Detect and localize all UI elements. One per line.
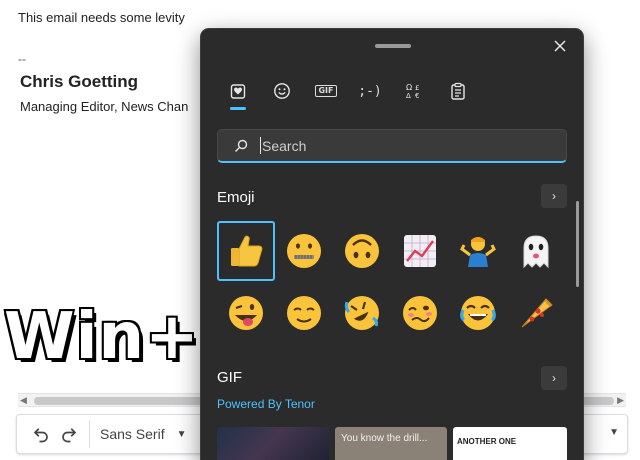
tab-emoji[interactable] xyxy=(267,79,297,103)
gif-see-more-button[interactable]: › xyxy=(541,366,567,390)
email-body-text[interactable]: This email needs some levity xyxy=(18,10,185,25)
gif-thumbnail[interactable] xyxy=(217,427,329,460)
chevron-right-icon: › xyxy=(552,189,556,203)
close-icon xyxy=(554,40,566,52)
person-shrugging-icon xyxy=(460,237,496,267)
tab-recent[interactable] xyxy=(223,79,253,110)
pizza-icon xyxy=(521,298,553,328)
clipboard-icon xyxy=(451,82,465,100)
gif-caption: ANOTHER ONE xyxy=(457,437,517,446)
svg-text:Ω: Ω xyxy=(406,83,412,92)
svg-text:£: £ xyxy=(415,84,419,92)
thumbs-up-icon xyxy=(231,235,263,267)
shortcut-overlay-text: Win+. xyxy=(2,298,226,376)
emoji-person-shrugging[interactable] xyxy=(449,221,507,281)
heart-clipboard-icon xyxy=(230,84,246,99)
panel-tabs: GIF ;-) Ω £ Δ € xyxy=(223,79,473,110)
emoji-ghost[interactable] xyxy=(507,221,565,281)
upside-down-face-icon xyxy=(345,234,379,268)
signature-title: Managing Editor, News Chan xyxy=(20,99,189,114)
gif-icon: GIF xyxy=(315,85,337,97)
redo-button[interactable] xyxy=(55,420,83,448)
panel-scrollbar[interactable] xyxy=(576,201,579,287)
svg-text:€: € xyxy=(415,92,419,100)
active-tab-indicator xyxy=(230,107,246,110)
emoji-winking-tongue[interactable] xyxy=(217,283,275,343)
zipper-mouth-icon xyxy=(287,234,321,268)
more-options-chevron-icon[interactable]: ▼ xyxy=(609,427,619,438)
scroll-left-icon[interactable]: ◀ xyxy=(20,395,27,406)
tab-clipboard[interactable] xyxy=(443,79,473,103)
undo-icon xyxy=(33,428,48,443)
tab-gif[interactable]: GIF xyxy=(311,79,341,103)
woozy-face-icon xyxy=(403,296,437,330)
emoji-relieved[interactable] xyxy=(275,283,333,343)
emoji-panel: GIF ;-) Ω £ Δ € Search Emoji › GIF › Pow… xyxy=(200,28,584,460)
symbols-icon: Ω £ Δ € xyxy=(406,83,419,100)
search-icon xyxy=(234,139,248,153)
emoji-chart-increasing[interactable] xyxy=(391,221,449,281)
search-field[interactable]: Search xyxy=(217,129,567,163)
ghost-icon xyxy=(523,235,549,269)
scroll-right-icon[interactable]: ▶ xyxy=(617,395,624,406)
emoji-grid xyxy=(217,221,567,345)
gif-section-title: GIF xyxy=(217,369,242,386)
smiley-icon xyxy=(274,83,290,99)
svg-text:Δ: Δ xyxy=(406,92,411,100)
winking-tongue-face-icon xyxy=(229,296,263,330)
signature-name: Chris Goetting xyxy=(20,72,139,91)
emoji-selection-frame xyxy=(217,221,275,281)
emoji-see-more-button[interactable]: › xyxy=(541,184,567,208)
gif-thumbnail[interactable]: ANOTHER ONE xyxy=(453,427,567,460)
close-button[interactable] xyxy=(549,35,571,57)
tab-symbols[interactable]: Ω £ Δ € xyxy=(399,79,429,103)
powered-by-tenor-link[interactable]: Powered By Tenor xyxy=(217,397,315,411)
gif-thumbnail[interactable]: You know the drill... xyxy=(335,427,447,460)
relieved-face-icon xyxy=(287,296,321,330)
tab-kaomoji[interactable]: ;-) xyxy=(355,79,385,103)
font-family-dropdown[interactable]: Sans Serif ▼ xyxy=(89,420,191,448)
emoji-rolling-laughing[interactable] xyxy=(333,283,391,343)
emoji-section-title: Emoji xyxy=(217,189,255,206)
font-family-label: Sans Serif xyxy=(100,426,165,442)
face-with-tears-of-joy-icon xyxy=(460,296,496,330)
rolling-on-floor-laughing-icon xyxy=(344,296,379,330)
emoji-woozy[interactable] xyxy=(391,283,449,343)
search-placeholder: Search xyxy=(262,137,307,154)
emoji-pizza[interactable] xyxy=(507,283,565,343)
emoji-thumbs-up[interactable] xyxy=(217,221,275,281)
gif-strip: You know the drill... ANOTHER ONE xyxy=(217,427,569,460)
gif-caption: You know the drill... xyxy=(341,433,428,444)
panel-drag-handle[interactable] xyxy=(375,44,411,48)
emoji-upside-down[interactable] xyxy=(333,221,391,281)
screen: This email needs some levity -- Chris Go… xyxy=(0,0,640,460)
chevron-right-icon: › xyxy=(552,371,556,385)
text-cursor xyxy=(260,137,261,154)
emoji-zipper-mouth[interactable] xyxy=(275,221,333,281)
undo-button[interactable] xyxy=(27,420,55,448)
chevron-down-icon: ▼ xyxy=(176,428,187,440)
search-input[interactable]: Search xyxy=(260,137,306,154)
signature-separator: -- xyxy=(18,52,26,66)
kaomoji-icon: ;-) xyxy=(358,83,382,99)
emoji-joy[interactable] xyxy=(449,283,507,343)
redo-icon xyxy=(62,428,77,443)
chart-increasing-icon xyxy=(404,235,436,267)
